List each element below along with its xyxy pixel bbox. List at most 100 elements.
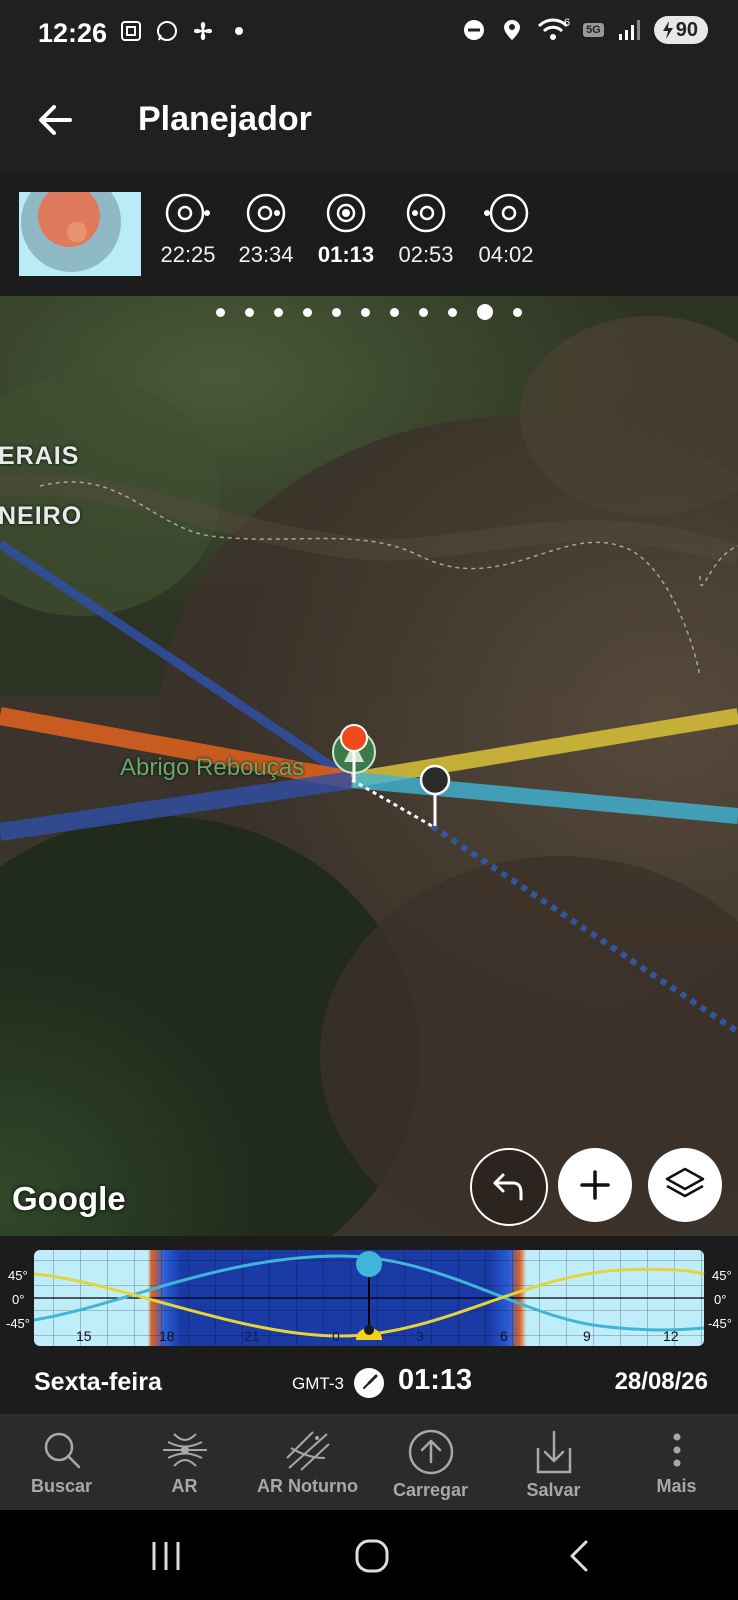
- deg-label-left: 45°: [8, 1268, 28, 1283]
- undo-icon: [493, 1173, 523, 1201]
- weekday[interactable]: Sexta-feira: [34, 1368, 162, 1397]
- page-dot[interactable]: [448, 307, 457, 317]
- page-dot[interactable]: [332, 307, 341, 317]
- hour-label: 21: [244, 1328, 260, 1344]
- nav-label: Buscar: [30, 1476, 93, 1496]
- system-nav-bar: [0, 1510, 738, 1600]
- phase-item[interactable]: 04:02: [466, 190, 546, 268]
- home-button[interactable]: [352, 1536, 392, 1576]
- fan-icon: [190, 18, 216, 44]
- page-dot[interactable]: [419, 307, 428, 317]
- nav-salvar[interactable]: Salvar: [492, 1414, 615, 1510]
- moon-phase-icon: [326, 193, 366, 233]
- satellite-map[interactable]: ERAIS NEIRO Abrigo Rebouças Google: [0, 296, 738, 1236]
- dot-icon: [226, 18, 252, 44]
- hour-label: 15: [76, 1328, 92, 1344]
- search-icon: [44, 1432, 80, 1469]
- moon-phase-icon: [246, 193, 286, 233]
- page-dot[interactable]: [245, 307, 254, 317]
- timezone[interactable]: GMT-3: [292, 1374, 344, 1394]
- deg-label-right: -45°: [708, 1316, 732, 1331]
- hour-label: 3: [416, 1328, 424, 1344]
- page-title: Planejador: [138, 100, 312, 138]
- map-region-label: ERAIS: [0, 442, 80, 470]
- hour-label: 0: [332, 1328, 340, 1344]
- recents-icon: [152, 1542, 180, 1570]
- page-dot[interactable]: [303, 307, 312, 317]
- phase-item[interactable]: 23:34: [226, 190, 306, 268]
- location-pin[interactable]: [332, 724, 376, 788]
- moon-phase-icon: [406, 193, 446, 233]
- wifi-icon: 6: [537, 17, 571, 43]
- app-bar: Planejador: [0, 70, 738, 172]
- svg-text:6: 6: [564, 17, 570, 29]
- hour-label: 9: [583, 1328, 591, 1344]
- status-icons-right: 6 5G 90: [461, 16, 708, 44]
- page-dot[interactable]: [390, 307, 399, 317]
- layers-button[interactable]: [648, 1148, 722, 1222]
- nav-label: Mais: [656, 1476, 697, 1496]
- recent-apps-button[interactable]: [146, 1536, 186, 1576]
- date-time-row: Sexta-feira GMT-3 01:13 28/08/26: [0, 1346, 738, 1414]
- hour-label: 12: [663, 1328, 679, 1344]
- moon-thumbnail[interactable]: [19, 192, 141, 276]
- deg-label-left: 0°: [12, 1292, 25, 1307]
- google-attribution: Google: [12, 1180, 126, 1217]
- 5g-badge: 5G: [583, 23, 604, 37]
- sun-moon-timeline[interactable]: 45° 0° -45° 45° 0° -45° 15 18 21 0 3 6 9…: [0, 1236, 738, 1346]
- moon-phase-strip: 22:25 23:34 01:13 02:53 04:02: [0, 172, 738, 296]
- phase-item[interactable]: 02:53: [386, 190, 466, 268]
- moon-phase-icon: [165, 193, 210, 233]
- dnd-icon: [461, 17, 487, 43]
- phase-time: 02:53: [398, 242, 454, 267]
- status-time: 12:26: [38, 18, 108, 48]
- battery-level: 90: [675, 18, 698, 41]
- phase-item[interactable]: 01:13: [306, 190, 386, 268]
- phase-time: 04:02: [478, 242, 534, 267]
- arrow-left-icon: [39, 105, 72, 135]
- status-bar: 12:26 6 5G 90: [0, 0, 738, 70]
- layers-icon: [665, 1167, 705, 1198]
- deg-label-right: 0°: [714, 1292, 727, 1307]
- map-region-label: NEIRO: [0, 502, 83, 530]
- page-indicator: [0, 304, 738, 320]
- moon-phase-icon: [484, 193, 529, 233]
- undo-button[interactable]: [470, 1148, 548, 1226]
- phase-time: 23:34: [238, 242, 294, 267]
- page-dot-active[interactable]: [477, 304, 493, 320]
- back-nav-button[interactable]: [560, 1536, 600, 1576]
- save-icon: [536, 1430, 571, 1474]
- page-dot[interactable]: [361, 307, 370, 317]
- chevron-left-icon: [570, 1540, 588, 1572]
- battery-indicator: 90: [653, 16, 708, 44]
- nav-mais[interactable]: Mais: [615, 1414, 738, 1510]
- page-dot[interactable]: [216, 307, 225, 317]
- more-icon: [673, 1433, 680, 1467]
- hour-label: 6: [500, 1328, 508, 1344]
- nav-buscar[interactable]: Buscar: [0, 1414, 123, 1510]
- timeline-graph[interactable]: [0, 1236, 738, 1346]
- add-button[interactable]: [558, 1148, 632, 1222]
- deg-label-left: -45°: [6, 1316, 30, 1331]
- page-dot[interactable]: [274, 307, 283, 317]
- current-date[interactable]: 28/08/26: [615, 1368, 708, 1396]
- phase-time: 22:25: [160, 242, 216, 267]
- ar-night-icon: [285, 1431, 330, 1471]
- phase-item[interactable]: 22:25: [148, 190, 228, 268]
- nav-label: AR Noturno: [257, 1476, 358, 1496]
- secondary-pin[interactable]: [418, 764, 452, 828]
- place-label: Abrigo Rebouças: [120, 754, 305, 781]
- current-time[interactable]: 01:13: [398, 1364, 472, 1397]
- nav-ar-noturno[interactable]: AR Noturno: [246, 1414, 369, 1510]
- location-icon: [499, 17, 525, 43]
- status-icons-left: [118, 18, 252, 44]
- clock-icon[interactable]: [354, 1368, 384, 1398]
- bottom-nav: Buscar AR AR Noturno Carregar Salvar Mai…: [0, 1414, 738, 1510]
- nav-carregar[interactable]: Carregar: [369, 1414, 492, 1510]
- page-dot[interactable]: [513, 307, 522, 317]
- nav-label: Salvar: [526, 1480, 581, 1500]
- hour-label: 18: [159, 1328, 175, 1344]
- nav-ar[interactable]: AR: [123, 1414, 246, 1510]
- back-button[interactable]: [34, 98, 78, 142]
- nav-label: Carregar: [392, 1480, 469, 1500]
